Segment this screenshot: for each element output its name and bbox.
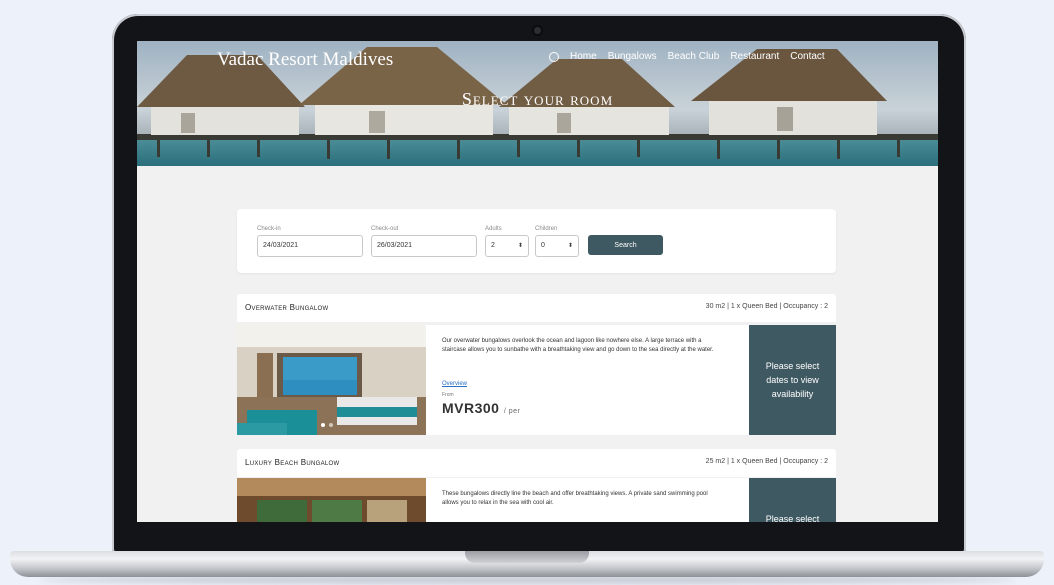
- children-field: Children 0 ⬍: [535, 226, 579, 257]
- main-nav: Home Bungalows Beach Club Restaurant Con…: [549, 51, 825, 62]
- room-card: These bungalows directly line the beach …: [237, 478, 836, 522]
- nav-beach-club[interactable]: Beach Club: [668, 51, 720, 62]
- nav-home[interactable]: Home: [570, 51, 597, 62]
- checkin-field: Check-in 24/03/2021: [257, 226, 363, 257]
- room-name: Overwater Bungalow: [245, 303, 329, 312]
- adults-stepper[interactable]: 2 ⬍: [485, 235, 529, 257]
- room-name: Luxury Beach Bungalow: [245, 458, 340, 467]
- room-description: Our overwater bungalows overlook the oce…: [442, 338, 714, 353]
- room-photo-carousel[interactable]: [237, 478, 426, 522]
- nav-contact[interactable]: Contact: [790, 51, 824, 62]
- adults-label: Adults: [485, 226, 502, 232]
- carousel-dot[interactable]: [321, 423, 325, 427]
- checkin-label: Check-in: [257, 226, 281, 232]
- children-value: 0: [541, 242, 545, 249]
- nav-restaurant[interactable]: Restaurant: [730, 51, 779, 62]
- page-title: Select your room: [461, 89, 614, 109]
- room-header: Luxury Beach Bungalow 25 m2 | 1 x Queen …: [237, 449, 836, 477]
- globe-icon[interactable]: [549, 51, 559, 62]
- room-photo: [237, 478, 426, 522]
- overview-link[interactable]: Overview: [442, 381, 467, 387]
- checkout-value: 26/03/2021: [377, 242, 413, 249]
- nav-bungalows[interactable]: Bungalows: [608, 51, 657, 62]
- room-photo-carousel[interactable]: [237, 325, 426, 435]
- stepper-arrows-icon[interactable]: ⬍: [568, 235, 573, 257]
- price-value: MVR300: [442, 400, 500, 416]
- search-button[interactable]: Search: [588, 235, 663, 255]
- checkout-input[interactable]: 26/03/2021: [371, 235, 477, 257]
- search-form: Check-in 24/03/2021 Check-out 26/03/2021…: [237, 209, 836, 273]
- carousel-dot[interactable]: [329, 423, 333, 427]
- room-meta: 25 m2 | 1 x Queen Bed | Occupancy : 2: [705, 458, 828, 465]
- adults-field: Adults 2 ⬍: [485, 226, 529, 257]
- carousel-dots[interactable]: [321, 423, 333, 427]
- from-label: From: [442, 392, 454, 398]
- screen: Vadac Resort Maldives Home Bungalows Bea…: [137, 41, 938, 522]
- availability-button[interactable]: Please select dates to view availability: [749, 325, 836, 435]
- room-card: Our overwater bungalows overlook the oce…: [237, 325, 836, 435]
- availability-button[interactable]: Please select dates to view availability: [749, 478, 836, 522]
- price-unit: / per: [503, 408, 521, 415]
- room-description: These bungalows directly line the beach …: [442, 491, 708, 506]
- brand-logo[interactable]: Vadac Resort Maldives: [217, 49, 393, 71]
- checkin-value: 24/03/2021: [263, 242, 299, 249]
- room-photo: [237, 325, 426, 435]
- room-meta: 30 m2 | 1 x Queen Bed | Occupancy : 2: [705, 303, 828, 310]
- stepper-arrows-icon[interactable]: ⬍: [518, 235, 523, 257]
- children-label: Children: [535, 226, 558, 232]
- checkin-input[interactable]: 24/03/2021: [257, 235, 363, 257]
- adults-value: 2: [491, 242, 495, 249]
- checkout-label: Check-out: [371, 226, 399, 232]
- room-header: Overwater Bungalow 30 m2 | 1 x Queen Bed…: [237, 294, 836, 322]
- hero-banner: Vadac Resort Maldives Home Bungalows Bea…: [137, 41, 938, 166]
- laptop-shadow: [40, 576, 1014, 584]
- room-price: MVR300 / per: [442, 400, 520, 416]
- checkout-field: Check-out 26/03/2021: [371, 226, 477, 257]
- laptop-notch: [465, 551, 589, 563]
- webcam: [534, 27, 541, 34]
- children-stepper[interactable]: 0 ⬍: [535, 235, 579, 257]
